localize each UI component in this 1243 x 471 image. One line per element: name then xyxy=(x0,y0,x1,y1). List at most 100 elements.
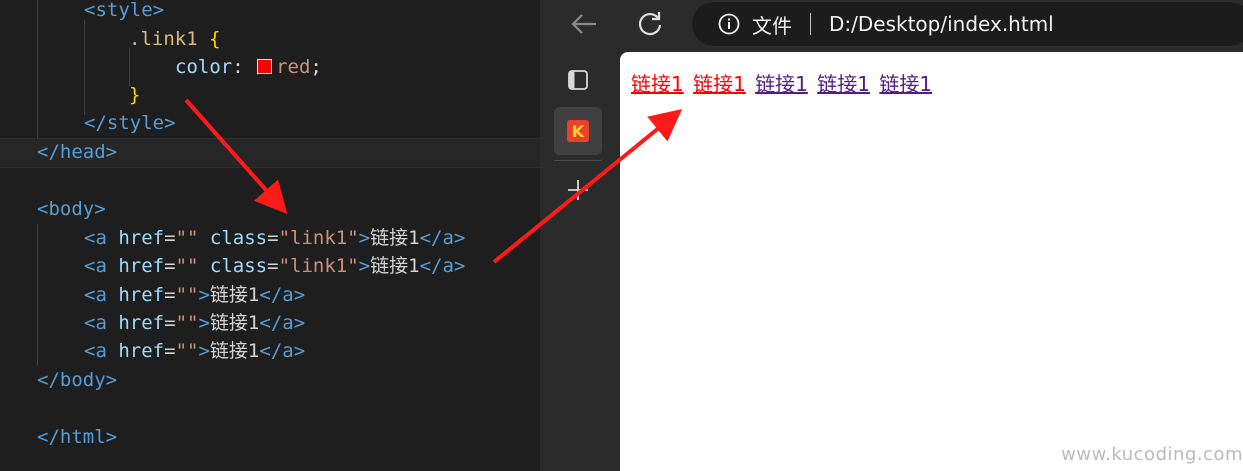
css-semicolon: ; xyxy=(310,56,322,78)
link-item-5[interactable]: 链接1 xyxy=(879,72,932,96)
address-separator xyxy=(810,13,811,35)
attr-name: class xyxy=(209,255,268,277)
link-item-3[interactable]: 链接1 xyxy=(755,72,808,96)
tag-bracket: < xyxy=(37,198,49,220)
tag-bracket: < xyxy=(84,0,96,21)
tag-bracket: </ xyxy=(37,141,60,163)
indent-guide xyxy=(37,224,38,366)
tag-bracket: > xyxy=(453,227,466,249)
code-line-body-close: </body> xyxy=(37,366,117,394)
css-brace: { xyxy=(197,28,221,50)
code-line-anchor: <a href="">链接1</a> xyxy=(84,281,305,309)
color-swatch[interactable] xyxy=(257,59,273,74)
attr-value: "" xyxy=(175,312,199,334)
code-line-anchor: <a href="">链接1</a> xyxy=(84,309,305,337)
tag-bracket: > xyxy=(164,112,176,134)
tag-bracket: > xyxy=(198,340,210,362)
link-item-1[interactable]: 链接1 xyxy=(631,72,684,96)
css-property: color xyxy=(175,56,233,78)
plus-icon[interactable] xyxy=(554,166,602,214)
attr-equals: = xyxy=(164,312,176,334)
link-row: 链接1 链接1 链接1 链接1 链接1 xyxy=(631,68,935,97)
tag-bracket: > xyxy=(152,0,165,21)
tag-bracket: < xyxy=(84,284,96,306)
tag-bracket: > xyxy=(105,369,118,391)
tab-current-page[interactable]: K xyxy=(554,107,602,155)
info-icon[interactable] xyxy=(718,13,740,35)
anchor-text: 链接1 xyxy=(370,255,420,277)
tab-actions-icon[interactable] xyxy=(554,56,602,104)
css-value: red xyxy=(276,56,311,78)
tag-bracket: </ xyxy=(419,227,443,249)
css-brace: } xyxy=(129,84,141,106)
tag-name: a xyxy=(282,284,294,306)
tag-name: a xyxy=(282,340,294,362)
code-line-close-brace: } xyxy=(129,81,140,109)
attr-value: "link1" xyxy=(278,255,359,277)
attr-equals: = xyxy=(267,227,279,249)
tag-name: a xyxy=(95,284,107,306)
tag-bracket: > xyxy=(198,284,210,306)
tag-bracket: > xyxy=(293,312,306,334)
tag-bracket: > xyxy=(358,227,371,249)
tag-name: a xyxy=(95,255,107,277)
tag-bracket: </ xyxy=(259,284,283,306)
tag-bracket: > xyxy=(358,255,371,277)
address-scheme-label: 文件 xyxy=(752,13,792,38)
css-colon: : xyxy=(232,56,256,78)
tag-bracket: > xyxy=(293,340,306,362)
link-item-2[interactable]: 链接1 xyxy=(693,72,746,96)
tag-bracket: < xyxy=(84,227,96,249)
tag-bracket: < xyxy=(84,340,96,362)
code-line-style-close: </style> xyxy=(84,109,176,137)
watermark: www.kucoding.com xyxy=(1061,444,1243,465)
tag-name: style xyxy=(95,0,153,21)
tag-bracket: </ xyxy=(259,340,283,362)
link-item-4[interactable]: 链接1 xyxy=(817,72,870,96)
tag-bracket: </ xyxy=(259,312,283,334)
tag-bracket: < xyxy=(84,312,96,334)
attr-value: "" xyxy=(175,284,199,306)
tag-bracket: > xyxy=(105,141,118,163)
tag-name: a xyxy=(442,255,454,277)
code-line-anchor: <a href="">链接1</a> xyxy=(84,337,305,365)
attr-equals: = xyxy=(164,255,176,277)
indent-guide xyxy=(84,20,85,115)
tag-name: a xyxy=(282,312,294,334)
tag-name: a xyxy=(95,227,107,249)
code-line-anchor: <a href="" class="link1">链接1</a> xyxy=(84,252,465,280)
tag-bracket: > xyxy=(293,284,306,306)
page-viewport: 链接1 链接1 链接1 链接1 链接1 www.kucoding.com xyxy=(620,52,1243,471)
code-line-style-open: <style> xyxy=(84,0,164,24)
tag-name: a xyxy=(95,340,107,362)
css-selector: .link1 xyxy=(129,28,198,50)
code-line-html-close: </html> xyxy=(37,423,117,451)
reload-icon[interactable] xyxy=(630,4,670,44)
attr-equals: = xyxy=(267,255,279,277)
tag-name: body xyxy=(59,369,106,391)
attr-name: href xyxy=(118,340,165,362)
tag-bracket: > xyxy=(453,255,466,277)
attr-equals: = xyxy=(164,227,176,249)
code-line-selector: .link1 { xyxy=(129,25,221,53)
attr-name: href xyxy=(118,227,165,249)
site-favicon: K xyxy=(567,120,589,142)
code-editor[interactable]: <style> .link1 { color: red; } </style> … xyxy=(0,0,540,471)
code-line-color-rule: color: red; xyxy=(175,53,322,81)
arrow-left-icon[interactable] xyxy=(564,4,604,44)
attr-name: class xyxy=(209,227,268,249)
attr-equals: = xyxy=(164,340,176,362)
address-url[interactable]: D:/Desktop/index.html xyxy=(829,12,1054,36)
address-bar[interactable]: 文件 D:/Desktop/index.html xyxy=(692,2,1243,46)
attr-equals: = xyxy=(164,284,176,306)
attr-value: "link1" xyxy=(278,227,359,249)
attr-name: href xyxy=(118,284,165,306)
anchor-text: 链接1 xyxy=(209,340,260,362)
attr-value: "" xyxy=(175,227,199,249)
code-line-anchor: <a href="" class="link1">链接1</a> xyxy=(84,224,465,252)
tag-name: a xyxy=(442,227,454,249)
tag-name: html xyxy=(59,426,106,448)
attr-name: href xyxy=(118,312,165,334)
tag-bracket: < xyxy=(84,255,96,277)
sidebar-divider xyxy=(554,160,602,161)
